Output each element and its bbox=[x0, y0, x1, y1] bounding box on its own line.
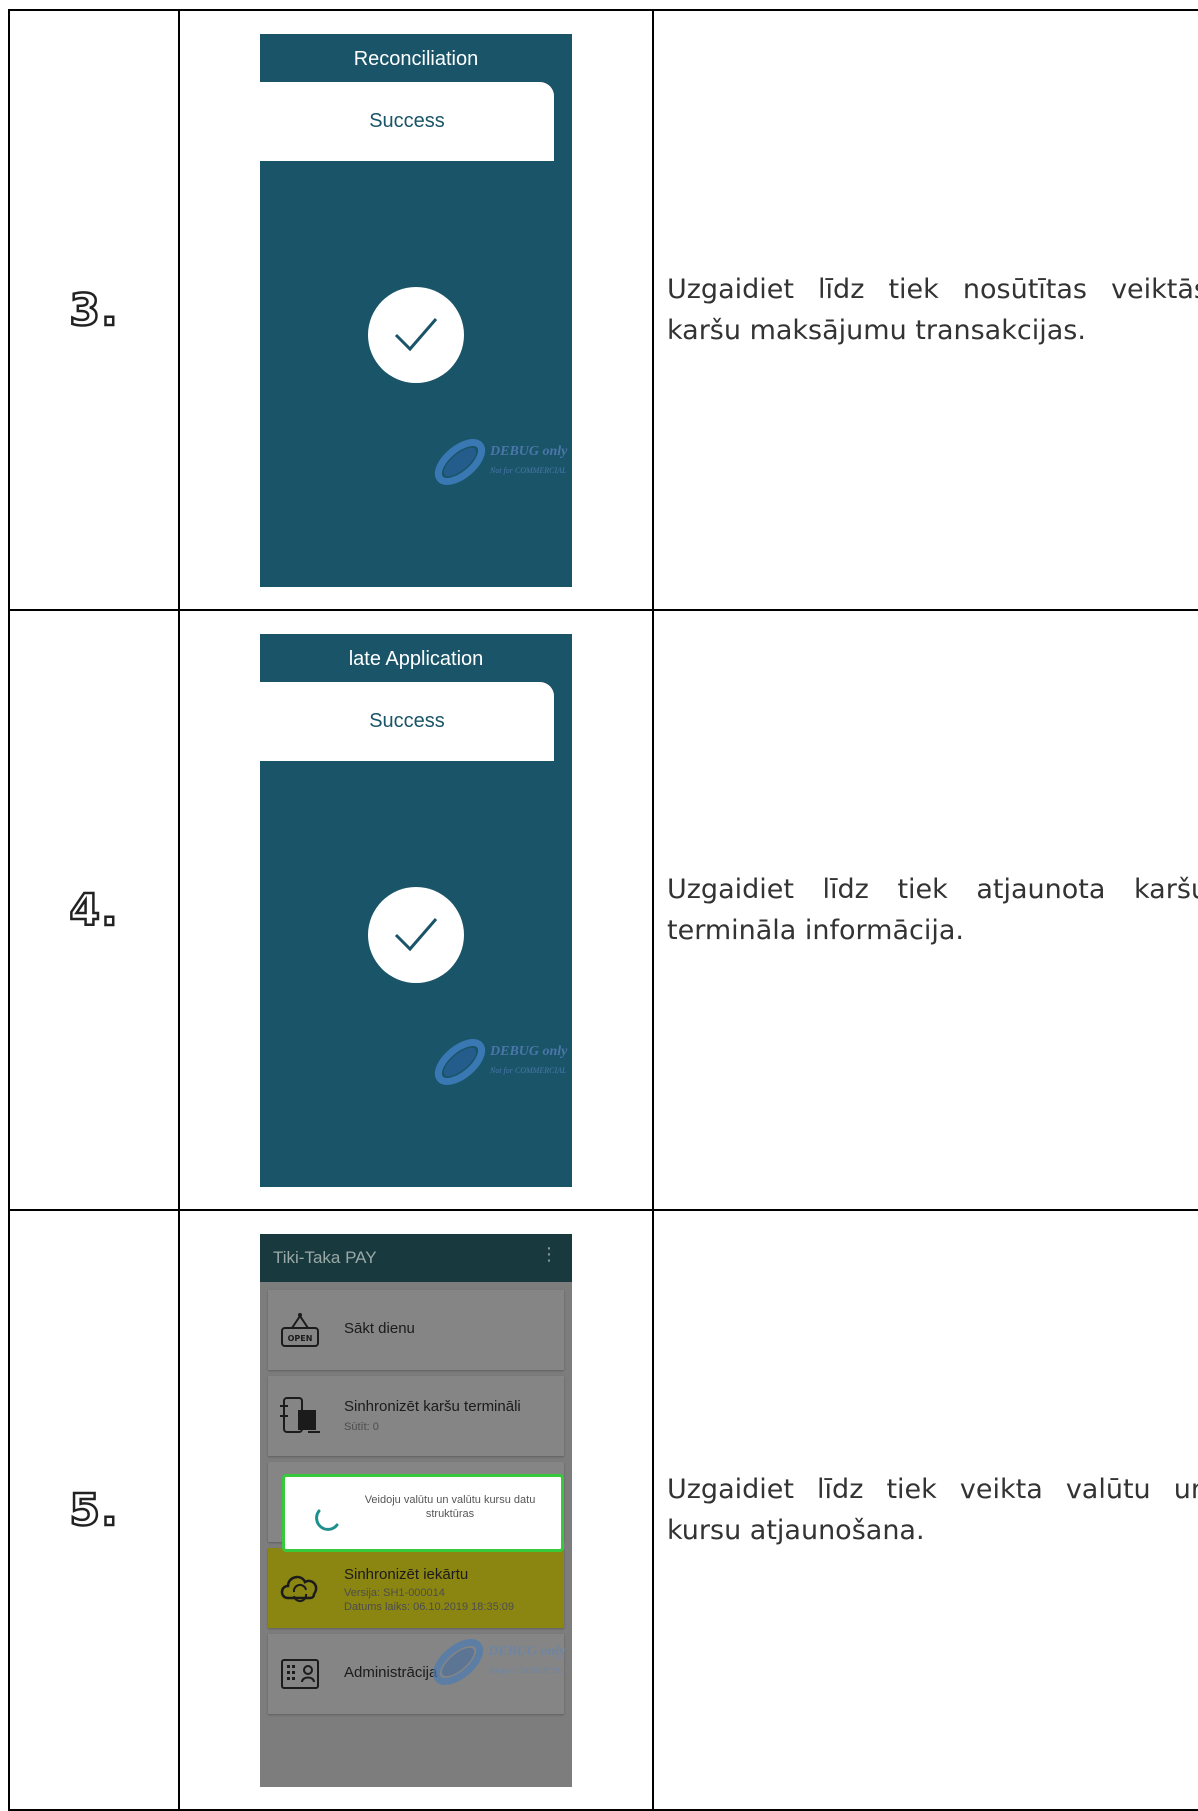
more-vert-icon[interactable]: ⋮ bbox=[540, 1245, 558, 1264]
debug-logo-icon bbox=[432, 1638, 484, 1685]
screenshot-cell: late Application Success DEBUG only Not … bbox=[178, 609, 654, 1211]
debug-logo-icon bbox=[434, 438, 486, 485]
debug-logo-icon bbox=[434, 1038, 486, 1085]
menu-item-label: Sinhronizēt iekārtu bbox=[344, 1565, 469, 1583]
debug-watermark: DEBUG only Not for COMMERCIAL bbox=[430, 1034, 572, 1094]
menu-item-start-day[interactable]: OPEN Sākt dienu bbox=[268, 1289, 564, 1370]
step-number: 5. bbox=[68, 1483, 119, 1537]
menu-item-label: Sinhronizēt karšu termināli bbox=[344, 1397, 521, 1415]
status-card: Success bbox=[260, 81, 554, 161]
phone-screen: Tiki-Taka PAY ⋮ OPEN Sākt dienu Sinhroni… bbox=[260, 1233, 572, 1787]
debug-watermark: DEBUG only Not for COMMERCIAL bbox=[430, 434, 572, 494]
screen-title: late Application bbox=[348, 647, 484, 670]
screen-title: Reconciliation bbox=[353, 47, 479, 70]
menu-item-label: Sākt dienu bbox=[344, 1319, 415, 1337]
menu-item-sub: Sūtīt: 0 bbox=[344, 1420, 379, 1433]
step-description: Uzgaidiet līdz tiek atjaunota karšu term… bbox=[667, 874, 1198, 946]
cloud-sync-icon bbox=[280, 1575, 318, 1602]
description-cell: Uzgaidiet līdz tiek veikta valūtu un kur… bbox=[652, 1209, 1198, 1811]
check-icon bbox=[368, 286, 464, 383]
menu-item-sub2: Datums laiks: 06.10.2019 18:35:09 bbox=[344, 1600, 515, 1613]
step-number-cell: 5. bbox=[8, 1209, 180, 1811]
description-cell: Uzgaidiet līdz tiek nosūtītas veiktās ka… bbox=[652, 9, 1198, 611]
step-number-cell: 4. bbox=[8, 609, 180, 1211]
status-card: Success bbox=[260, 681, 554, 761]
step-row: 4. late Application Success DEBUG only N… bbox=[8, 609, 1198, 1211]
screenshot-cell: Reconciliation Success DEBUG only Not fo… bbox=[178, 9, 654, 611]
step-number-cell: 3. bbox=[8, 9, 180, 611]
description-cell: Uzgaidiet līdz tiek atjaunota karšu term… bbox=[652, 609, 1198, 1211]
spinner-icon bbox=[315, 1509, 339, 1531]
status-text: Success bbox=[369, 109, 445, 132]
svg-text:OPEN: OPEN bbox=[288, 1334, 313, 1343]
check-icon bbox=[368, 886, 464, 983]
menu-item-sync-device[interactable]: Sinhronizēt iekārtu Versija: SH1-000014 … bbox=[268, 1547, 564, 1628]
open-sign-icon: OPEN bbox=[281, 1312, 319, 1347]
dialog-message: Veidoju valūtu un valūtu kursu datu stru… bbox=[364, 1493, 536, 1520]
step-description: Uzgaidiet līdz tiek nosūtītas veiktās ka… bbox=[667, 274, 1198, 346]
step-description: Uzgaidiet līdz tiek veikta valūtu un kur… bbox=[667, 1474, 1198, 1546]
watermark-text: DEBUG only bbox=[490, 443, 568, 459]
watermark-text: DEBUG only bbox=[488, 1643, 566, 1659]
watermark-subtext: Not for COMMERCIAL bbox=[490, 1065, 567, 1075]
admin-icon bbox=[281, 1658, 319, 1689]
step-number: 3. bbox=[68, 283, 119, 337]
step-row: 3. Reconciliation Success DEBUG only Not bbox=[8, 9, 1198, 611]
terminal-sync-icon bbox=[280, 1396, 320, 1433]
app-title: Tiki-Taka PAY bbox=[273, 1247, 377, 1267]
menu-item-sub: Versija: SH1-000014 bbox=[344, 1586, 445, 1599]
watermark-text: DEBUG only bbox=[490, 1043, 568, 1059]
menu-item-sync-terminal[interactable]: Sinhronizēt karšu termināli Sūtīt: 0 bbox=[268, 1375, 564, 1456]
screenshot-cell: Tiki-Taka PAY ⋮ OPEN Sākt dienu Sinhroni… bbox=[178, 1209, 654, 1811]
app-bar: Tiki-Taka PAY ⋮ bbox=[260, 1233, 572, 1282]
progress-dialog: Veidoju valūtu un valūtu kursu datu stru… bbox=[282, 1473, 564, 1552]
steps-table: 3. Reconciliation Success DEBUG only Not bbox=[8, 9, 1198, 1811]
debug-watermark: DEBUG only Not for COMMERCIAL bbox=[428, 1634, 570, 1694]
status-text: Success bbox=[369, 709, 445, 732]
phone-screen: Reconciliation Success DEBUG only Not fo… bbox=[260, 33, 572, 587]
menu-item-label: Administrācija bbox=[344, 1663, 438, 1681]
watermark-subtext: Not for COMMERCIAL bbox=[490, 465, 567, 475]
phone-screen: late Application Success DEBUG only Not … bbox=[260, 633, 572, 1187]
watermark-subtext: Not for COMMERCIAL bbox=[488, 1665, 565, 1675]
step-row: 5. Tiki-Taka PAY ⋮ OPEN Sākt dienu Sinhr… bbox=[8, 1209, 1198, 1811]
step-number: 4. bbox=[68, 883, 119, 937]
